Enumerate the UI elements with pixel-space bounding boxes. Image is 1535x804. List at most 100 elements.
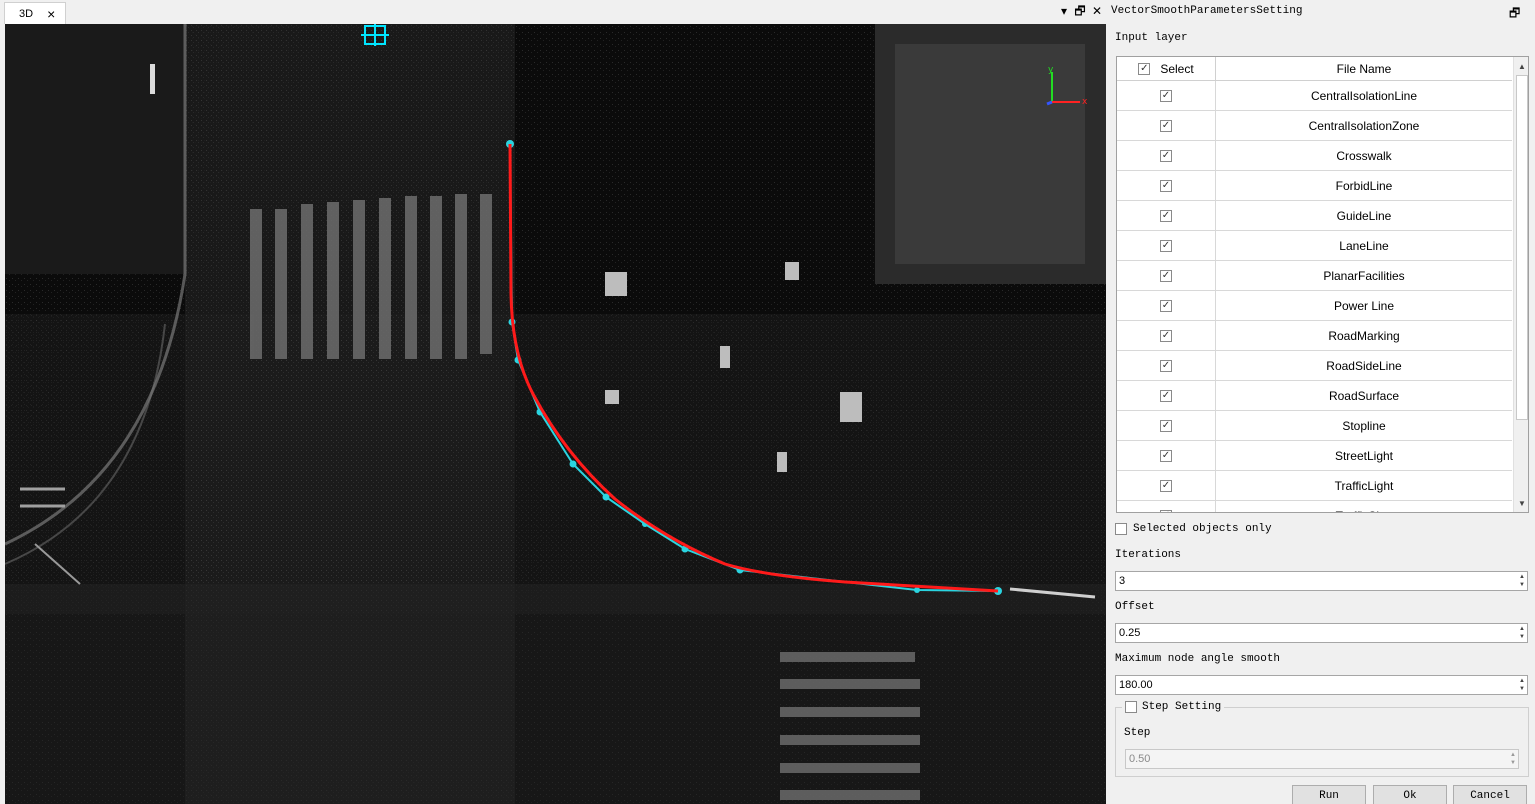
table-row[interactable]: ✓ ForbidLine [1117, 171, 1512, 201]
offset-spinbox[interactable]: 0.25 ▲ ▼ [1115, 623, 1528, 643]
row-checkbox[interactable]: ✓ [1160, 210, 1172, 222]
row-file-name: PlanarFacilities [1323, 269, 1405, 283]
view-close-icon[interactable]: ✕ [1090, 4, 1104, 18]
row-select-cell[interactable]: ✓ [1117, 231, 1216, 261]
row-file-name: TrafficLight [1334, 479, 1394, 493]
table-row[interactable]: ✓ Stopline [1117, 411, 1512, 441]
file-name-column-label: File Name [1336, 62, 1392, 76]
step-setting-toggle[interactable]: Step Setting [1122, 701, 1225, 713]
row-select-cell[interactable]: ✓ [1117, 111, 1216, 141]
scroll-up-icon[interactable]: ▲ [1514, 58, 1528, 74]
row-select-cell[interactable]: ✓ [1117, 141, 1216, 171]
scroll-thumb[interactable] [1516, 75, 1528, 420]
table-row[interactable]: ✓ LaneLine [1117, 231, 1512, 261]
row-checkbox[interactable]: ✓ [1160, 420, 1172, 432]
axis-y-label: y [1048, 65, 1054, 75]
table-row[interactable]: ✓ StreetLight [1117, 441, 1512, 471]
row-file-name: CentralIsolationLine [1310, 89, 1418, 103]
row-select-cell[interactable]: ✓ [1117, 441, 1216, 471]
select-all-checkbox[interactable]: ✓ [1138, 63, 1151, 75]
pin-dropdown-icon[interactable]: ▾ [1057, 4, 1071, 18]
row-file-name: Power Line [1333, 299, 1395, 313]
row-checkbox[interactable]: ✓ [1160, 270, 1172, 282]
tab-close-icon[interactable]: × [47, 7, 55, 21]
tab-3d[interactable]: 3D × [4, 2, 66, 24]
row-checkbox[interactable]: ✓ [1160, 480, 1172, 492]
row-checkbox[interactable]: ✓ [1160, 330, 1172, 342]
row-select-cell[interactable]: ✓ [1117, 381, 1216, 411]
table-row[interactable]: ✓ Crosswalk [1117, 141, 1512, 171]
spin-up-icon[interactable]: ▲ [1519, 678, 1525, 685]
row-checkbox[interactable]: ✓ [1160, 450, 1172, 462]
view-tab-bar: 3D × ▾ 🗗 ✕ [0, 0, 1106, 24]
spin-up-icon[interactable]: ▲ [1519, 574, 1525, 581]
row-checkbox[interactable]: ✓ [1160, 120, 1172, 132]
table-vertical-scrollbar[interactable]: ▲ ▼ [1513, 57, 1528, 512]
row-select-cell[interactable]: ✓ [1117, 411, 1216, 441]
row-checkbox[interactable]: ✓ [1160, 90, 1172, 102]
row-checkbox[interactable]: ✓ [1160, 180, 1172, 192]
step-setting-checkbox[interactable] [1125, 701, 1137, 713]
table-row[interactable]: ✓ CentralIsolationZone [1117, 111, 1512, 141]
row-checkbox[interactable]: ✓ [1160, 150, 1172, 162]
step-spinbox[interactable]: 0.50 ▲ ▼ [1125, 749, 1519, 769]
spin-up-icon[interactable]: ▲ [1519, 626, 1525, 633]
max-node-angle-label: Maximum node angle smooth [1115, 653, 1281, 665]
spin-down-icon[interactable]: ▼ [1519, 634, 1525, 641]
ok-button[interactable]: Ok [1373, 785, 1447, 804]
table-row[interactable]: ✓ RoadMarking [1117, 321, 1512, 351]
row-select-cell[interactable]: ✓ [1117, 291, 1216, 321]
table-row[interactable]: ✓ RoadSurface [1117, 381, 1512, 411]
table-row[interactable]: ✓ PlanarFacilities [1117, 261, 1512, 291]
tab-3d-label: 3D [19, 7, 34, 20]
row-file-name: TrafficSign [1216, 501, 1512, 512]
max-node-angle-value: 180.00 [1119, 679, 1153, 691]
row-select-cell[interactable]: ✓ [1117, 471, 1216, 501]
table-row[interactable]: ✓ Power Line [1117, 291, 1512, 321]
table-row[interactable]: ✓ RoadSideLine [1117, 351, 1512, 381]
scroll-down-icon[interactable]: ▼ [1514, 495, 1528, 511]
panel-restore-icon[interactable]: 🗗 [1509, 4, 1520, 25]
input-layer-table: ✓ Select File Name ✓ CentralIsolationLine… [1116, 56, 1529, 513]
row-file-name: StreetLight [1334, 449, 1394, 463]
spin-up-icon[interactable]: ▲ [1510, 752, 1516, 759]
row-file-name: ForbidLine [1335, 179, 1393, 193]
table-row[interactable]: ✓ CentralIsolationLine [1117, 81, 1512, 111]
row-select-cell[interactable]: ✓ [1117, 351, 1216, 381]
row-checkbox[interactable]: ✓ [1160, 390, 1172, 402]
row-file-name: LaneLine [1339, 239, 1389, 253]
row-select-cell[interactable]: ✓ [1117, 261, 1216, 291]
row-select-cell[interactable]: ✓ [1117, 81, 1216, 111]
offset-value: 0.25 [1119, 627, 1141, 639]
cancel-button[interactable]: Cancel [1453, 785, 1527, 804]
table-row[interactable]: ✓ GuideLine [1117, 201, 1512, 231]
spin-down-icon[interactable]: ▼ [1510, 760, 1516, 767]
row-file-name: RoadSideLine [1326, 359, 1402, 373]
point-cloud-viewport[interactable]: y x [5, 24, 1106, 804]
spin-down-icon[interactable]: ▼ [1519, 582, 1525, 589]
spin-down-icon[interactable]: ▼ [1519, 686, 1525, 693]
selected-objects-only-option[interactable]: Selected objects only [1115, 523, 1272, 535]
row-select-cell[interactable]: ✓ [1117, 501, 1216, 512]
row-select-cell[interactable]: ✓ [1117, 171, 1216, 201]
table-row[interactable]: ✓ TrafficLight [1117, 471, 1512, 501]
iterations-spinbox[interactable]: 3 ▲ ▼ [1115, 571, 1528, 591]
file-name-column-header[interactable]: File Name [1216, 57, 1512, 81]
max-node-angle-spinbox[interactable]: 180.00 ▲ ▼ [1115, 675, 1528, 695]
row-checkbox[interactable]: ✓ [1160, 360, 1172, 372]
row-file-name: Crosswalk [1336, 149, 1392, 163]
select-column-header[interactable]: ✓ Select [1117, 57, 1216, 81]
iterations-label: Iterations [1115, 549, 1182, 561]
run-button[interactable]: Run [1292, 785, 1366, 804]
vector-smooth-parameters-panel: VectorSmoothParametersSetting 🗗 Input la… [1106, 0, 1535, 804]
row-checkbox[interactable]: ✓ [1160, 300, 1172, 312]
row-select-cell[interactable]: ✓ [1117, 201, 1216, 231]
row-select-cell[interactable]: ✓ [1117, 321, 1216, 351]
iterations-value: 3 [1119, 575, 1126, 587]
row-checkbox[interactable]: ✓ [1160, 510, 1172, 512]
row-checkbox[interactable]: ✓ [1160, 240, 1172, 252]
selected-objects-only-checkbox[interactable] [1115, 523, 1127, 535]
step-value: 0.50 [1129, 753, 1151, 765]
table-row[interactable]: ✓ TrafficSign [1117, 501, 1512, 512]
view-restore-icon[interactable]: 🗗 [1073, 4, 1087, 18]
